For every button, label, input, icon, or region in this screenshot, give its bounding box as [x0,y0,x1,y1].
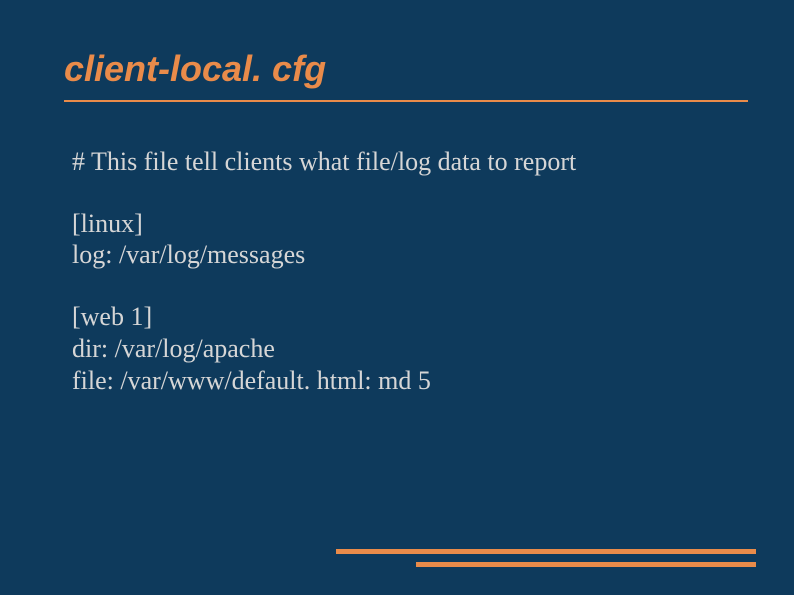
config-line: log: /var/log/messages [72,239,734,271]
section-header: [web 1] [72,301,734,333]
config-line: dir: /var/log/apache [72,333,734,365]
comment-block: # This file tell clients what file/log d… [72,146,734,178]
config-block-web1: [web 1] dir: /var/log/apache file: /var/… [72,301,734,396]
slide-title: client-local. cfg [64,48,734,90]
title-underline [64,100,748,102]
section-header: [linux] [72,208,734,240]
config-line: file: /var/www/default. html: md 5 [72,365,734,397]
accent-bar-icon [416,562,756,567]
slide-body: # This file tell clients what file/log d… [72,146,734,396]
accent-bar-icon [336,549,756,554]
footer-decoration [336,541,756,567]
comment-line: # This file tell clients what file/log d… [72,146,734,178]
config-block-linux: [linux] log: /var/log/messages [72,208,734,271]
slide: client-local. cfg # This file tell clien… [0,0,794,595]
